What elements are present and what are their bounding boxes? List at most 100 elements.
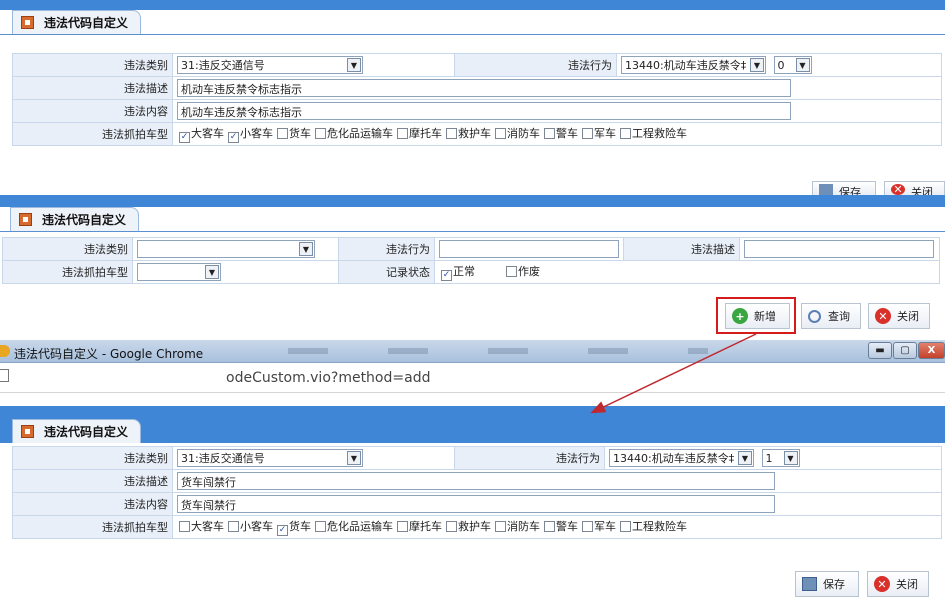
vehicle-checkbox[interactable] bbox=[179, 521, 190, 532]
vehicle-checkbox[interactable] bbox=[495, 128, 506, 139]
behavior-input[interactable] bbox=[439, 240, 619, 258]
vehicle-checkbox[interactable] bbox=[277, 128, 288, 139]
save-button[interactable]: 保存 bbox=[795, 571, 859, 597]
address-bar[interactable]: odeCustom.vio?method=add bbox=[0, 363, 945, 393]
seq-select[interactable]: 1 ▼ bbox=[761, 449, 800, 467]
vehicle-checkbox[interactable] bbox=[544, 128, 555, 139]
vehicle-checkbox[interactable]: ✓ bbox=[277, 525, 288, 536]
maximize-button[interactable]: ▢ bbox=[893, 342, 917, 359]
chevron-down-icon: ▼ bbox=[795, 58, 810, 72]
vehicle-checkbox[interactable] bbox=[315, 128, 326, 139]
vehicle-checkbox-label: 工程救险车 bbox=[632, 127, 687, 140]
query-form: 违法类别 ▼ 违法行为 违法描述 违法抓拍车型 ▼ 记录状态 ✓ 正常 作废 bbox=[2, 237, 940, 284]
vehicle-checkbox-label: 危化品运输车 bbox=[327, 127, 393, 140]
header-bar bbox=[0, 195, 945, 207]
behavior-label: 违法行为 bbox=[454, 53, 617, 77]
edit-form-top: 违法类别 31:违反交通信号 ▼ 违法行为 13440:机动车违反禁令‡ ▼ 0 ▼ … bbox=[12, 53, 942, 146]
vehicle-label: 违法抓拍车型 bbox=[12, 515, 173, 539]
panel-edit-bottom: 违法代码自定义 bbox=[0, 393, 945, 443]
form-icon bbox=[19, 213, 32, 226]
close-icon: ✕ bbox=[874, 576, 890, 592]
minimize-button[interactable]: ▬ bbox=[868, 342, 892, 359]
chevron-down-icon: ▼ bbox=[738, 451, 752, 465]
desc-input[interactable]: 货车闯禁行 bbox=[177, 472, 775, 490]
vehicle-label: 违法抓拍车型 bbox=[12, 122, 173, 146]
vehicle-checkbox[interactable] bbox=[544, 521, 555, 532]
chevron-down-icon: ▼ bbox=[750, 58, 764, 72]
vehicle-checkbox-label: 危化品运输车 bbox=[327, 520, 393, 533]
form-icon bbox=[21, 425, 34, 438]
close-button-query[interactable]: ✕ 关闭 bbox=[868, 303, 930, 329]
header-bar: 违法代码自定义 bbox=[0, 406, 945, 443]
content-label: 违法内容 bbox=[12, 99, 173, 123]
seq-select[interactable]: 0 ▼ bbox=[773, 56, 812, 74]
vehicle-checkbox-label: 货车 bbox=[289, 127, 311, 140]
chevron-down-icon: ▼ bbox=[299, 242, 313, 256]
vehicle-checkbox-label: 救护车 bbox=[458, 520, 491, 533]
vehicle-checkbox-label: 警车 bbox=[556, 520, 578, 533]
vehicle-checkbox[interactable] bbox=[582, 128, 593, 139]
panel-query: 违法代码自定义 bbox=[0, 195, 945, 232]
vehicle-select[interactable]: ▼ bbox=[137, 263, 221, 281]
vehicle-checkbox-group: ✓ 大客车 ✓ 小客车 货车 危化品运输车 摩托车 救护车 消防车 警车 军车 工程救险车 bbox=[172, 122, 942, 146]
status-normal-checkbox[interactable]: ✓ bbox=[441, 270, 452, 281]
blurred-tabs bbox=[288, 348, 708, 354]
vehicle-checkbox[interactable] bbox=[315, 521, 326, 532]
type-select[interactable]: ▼ bbox=[137, 240, 315, 258]
vehicle-checkbox-label: 工程救险车 bbox=[632, 520, 687, 533]
vehicle-checkbox-label: 救护车 bbox=[458, 127, 491, 140]
type-select[interactable]: 31:违反交通信号 ▼ bbox=[177, 449, 363, 467]
vehicle-checkbox-label: 摩托车 bbox=[409, 520, 442, 533]
vehicle-checkbox-label: 军车 bbox=[594, 127, 616, 140]
behavior-select[interactable]: 13440:机动车违反禁令‡ ▼ bbox=[621, 56, 766, 74]
vehicle-checkbox-label: 货车 bbox=[289, 520, 311, 533]
query-button[interactable]: 查询 bbox=[801, 303, 861, 329]
type-label: 违法类别 bbox=[2, 237, 133, 261]
vehicle-label: 违法抓拍车型 bbox=[2, 260, 133, 284]
vehicle-checkbox[interactable] bbox=[446, 128, 457, 139]
vehicle-checkbox-label: 消防车 bbox=[507, 127, 540, 140]
header-bar bbox=[0, 0, 945, 10]
close-icon: ✕ bbox=[891, 183, 905, 195]
chrome-icon bbox=[0, 345, 10, 357]
close-window-button[interactable]: X bbox=[918, 342, 945, 359]
desc-input[interactable]: 机动车违反禁令标志指示 bbox=[177, 79, 791, 97]
tab-title[interactable]: 违法代码自定义 bbox=[10, 207, 140, 231]
vehicle-checkbox-label: 小客车 bbox=[240, 127, 273, 140]
content-input[interactable]: 机动车违反禁令标志指示 bbox=[177, 102, 791, 120]
edit-form-bottom: 违法类别 31:违反交通信号 ▼ 违法行为 13440:机动车违反禁令‡ ▼ 1 ▼ … bbox=[12, 446, 942, 539]
vehicle-checkbox-group: 大客车 小客车 ✓ 货车 危化品运输车 摩托车 救护车 消防车 警车 军车 工程救险车 bbox=[172, 515, 942, 539]
save-button-top[interactable]: 保存 bbox=[812, 181, 876, 195]
close-button[interactable]: ✕ 关闭 bbox=[867, 571, 929, 597]
tab-title[interactable]: 违法代码自定义 bbox=[12, 10, 142, 34]
type-label: 违法类别 bbox=[12, 446, 173, 470]
vehicle-checkbox[interactable] bbox=[397, 521, 408, 532]
vehicle-checkbox-label: 小客车 bbox=[240, 520, 273, 533]
type-select[interactable]: 31:违反交通信号 ▼ bbox=[177, 56, 363, 74]
vehicle-checkbox[interactable] bbox=[228, 521, 239, 532]
behavior-label: 违法行为 bbox=[454, 446, 605, 470]
vehicle-checkbox-label: 军车 bbox=[594, 520, 616, 533]
vehicle-checkbox[interactable] bbox=[495, 521, 506, 532]
vehicle-checkbox[interactable] bbox=[582, 521, 593, 532]
content-input[interactable]: 货车闯禁行 bbox=[177, 495, 775, 513]
vehicle-checkbox[interactable] bbox=[397, 128, 408, 139]
desc-label: 违法描述 bbox=[12, 469, 173, 493]
vehicle-checkbox[interactable]: ✓ bbox=[228, 132, 239, 143]
browser-titlebar: 违法代码自定义 - Google Chrome ▬ ▢ X bbox=[0, 340, 945, 363]
behavior-label: 违法行为 bbox=[338, 237, 435, 261]
behavior-select[interactable]: 13440:机动车违反禁令‡ ▼ bbox=[609, 449, 754, 467]
close-button-top[interactable]: ✕ 关闭 bbox=[884, 181, 945, 195]
tab-title[interactable]: 违法代码自定义 bbox=[12, 419, 142, 443]
chevron-down-icon: ▼ bbox=[783, 451, 798, 465]
desc-input[interactable] bbox=[744, 240, 934, 258]
desc-label: 违法描述 bbox=[623, 237, 740, 261]
vehicle-checkbox[interactable]: ✓ bbox=[179, 132, 190, 143]
vehicle-checkbox[interactable] bbox=[620, 128, 631, 139]
highlight-box bbox=[716, 297, 796, 334]
vehicle-checkbox[interactable] bbox=[620, 521, 631, 532]
vehicle-checkbox-label: 大客车 bbox=[191, 127, 224, 140]
status-void-checkbox[interactable] bbox=[506, 266, 517, 277]
close-icon: ✕ bbox=[875, 308, 891, 324]
vehicle-checkbox[interactable] bbox=[446, 521, 457, 532]
